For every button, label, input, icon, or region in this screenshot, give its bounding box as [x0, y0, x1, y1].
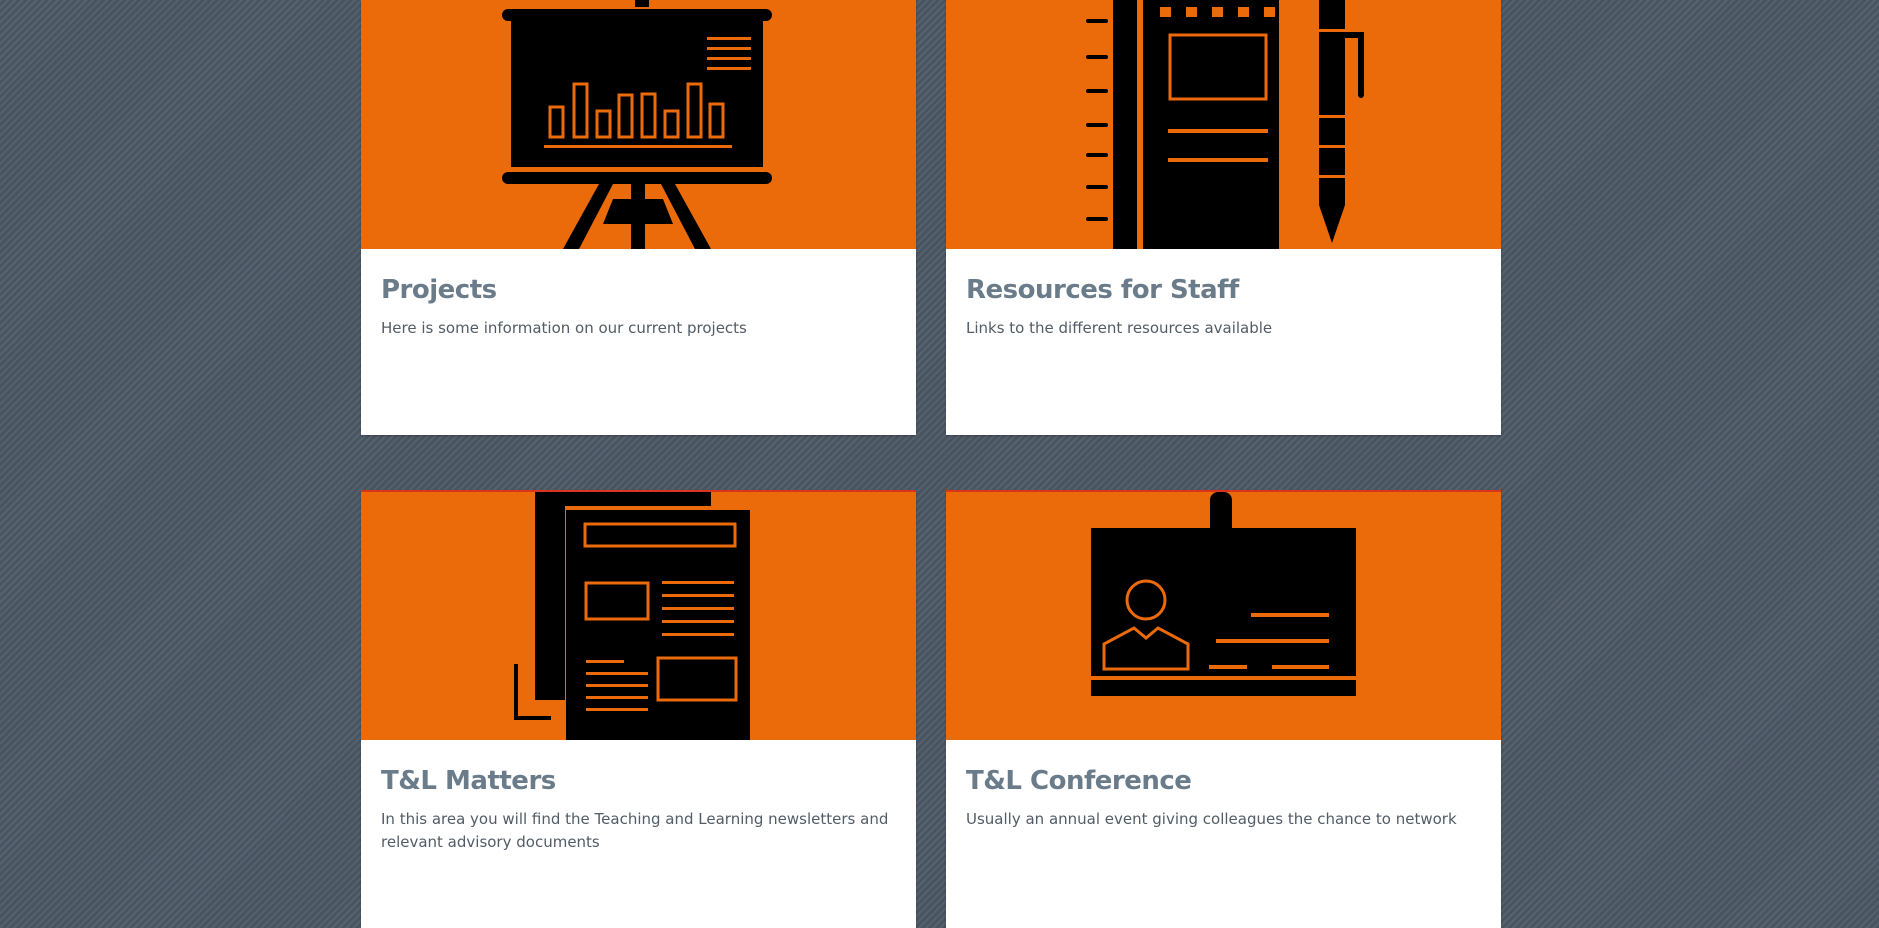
- card-projects[interactable]: Projects Here is some information on our…: [361, 0, 916, 435]
- newspaper-icon: [514, 492, 750, 740]
- id-badge-icon: [1091, 492, 1356, 696]
- card-image: [946, 0, 1501, 249]
- card-description: In this area you will find the Teaching …: [381, 810, 889, 851]
- card-tl-matters[interactable]: T&L Matters In this area you will find t…: [361, 490, 916, 928]
- card-title[interactable]: T&L Conference: [966, 766, 1481, 796]
- card-body: T&L Matters In this area you will find t…: [361, 740, 916, 926]
- card-description: Links to the different resources availab…: [966, 319, 1273, 337]
- card-image: [361, 0, 916, 249]
- card-title[interactable]: T&L Matters: [381, 766, 896, 796]
- card-body: Projects Here is some information on our…: [361, 249, 916, 435]
- card-body: Resources for Staff Links to the differe…: [946, 249, 1501, 435]
- card-title[interactable]: Resources for Staff: [966, 275, 1481, 305]
- card-body: T&L Conference Usually an annual event g…: [946, 740, 1501, 926]
- card-tl-conference[interactable]: T&L Conference Usually an annual event g…: [946, 490, 1501, 928]
- notebook-pen-icon: [1086, 0, 1364, 249]
- card-resources-for-staff[interactable]: Resources for Staff Links to the differe…: [946, 0, 1501, 435]
- card-description: Usually an annual event giving colleague…: [966, 810, 1457, 828]
- card-description: Here is some information on our current …: [381, 319, 747, 337]
- card-title[interactable]: Projects: [381, 275, 896, 305]
- presentation-board-icon: [502, 0, 772, 249]
- card-image: [361, 490, 916, 740]
- card-image: [946, 490, 1501, 740]
